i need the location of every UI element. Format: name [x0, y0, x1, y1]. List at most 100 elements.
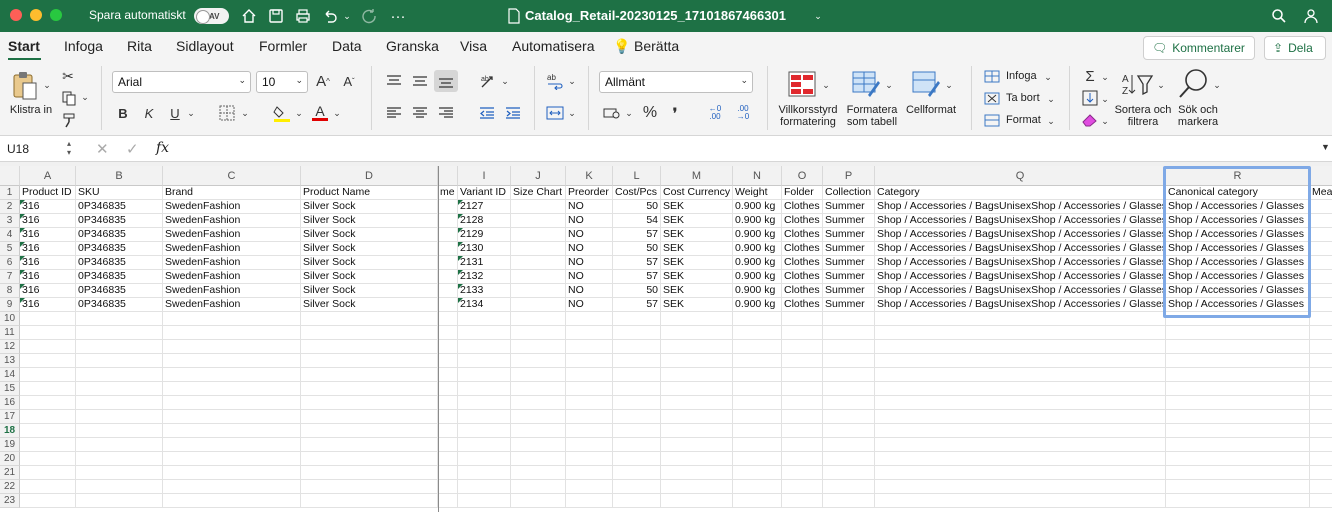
table-cell[interactable]: 0.900 kg	[733, 200, 782, 214]
delete-cells-label[interactable]: Ta bort	[1006, 92, 1040, 104]
table-cell[interactable]	[438, 368, 458, 382]
autosum-chevron-down-icon[interactable]: ⌄	[1100, 72, 1110, 83]
table-cell[interactable]: NO	[566, 256, 613, 270]
table-cell[interactable]	[566, 466, 613, 480]
table-cell[interactable]: 0P346835	[76, 256, 163, 270]
table-cell[interactable]: NO	[566, 214, 613, 228]
table-cell[interactable]	[438, 480, 458, 494]
table-cell[interactable]	[782, 368, 823, 382]
table-cell[interactable]	[438, 452, 458, 466]
table-cell[interactable]	[1310, 256, 1332, 270]
table-cell[interactable]	[163, 396, 301, 410]
column-header[interactable]: O	[782, 166, 823, 186]
table-cell[interactable]	[1310, 242, 1332, 256]
row-header[interactable]: 11	[0, 326, 20, 340]
table-cell[interactable]	[76, 494, 163, 508]
row-header[interactable]: 17	[0, 410, 20, 424]
underline-button[interactable]: U	[167, 104, 183, 122]
print-icon[interactable]	[294, 6, 312, 26]
table-cell[interactable]	[613, 312, 661, 326]
table-cell[interactable]	[875, 340, 1166, 354]
table-cell[interactable]	[438, 396, 458, 410]
cancel-icon[interactable]: ✕	[96, 140, 109, 158]
more-icon[interactable]: ···	[389, 6, 407, 26]
table-cell[interactable]	[458, 466, 511, 480]
table-cell[interactable]	[782, 452, 823, 466]
table-cell[interactable]: SEK	[661, 214, 733, 228]
accounting-format-icon[interactable]	[602, 104, 622, 122]
table-cell[interactable]	[438, 438, 458, 452]
row-header[interactable]: 18	[0, 424, 20, 438]
insert-chevron-down-icon[interactable]: ⌄	[1043, 72, 1053, 83]
orientation-icon[interactable]: ab	[478, 71, 498, 91]
table-cell[interactable]	[458, 354, 511, 368]
table-cell[interactable]: 2130	[458, 242, 511, 256]
table-cell[interactable]	[301, 382, 438, 396]
accounting-chevron-down-icon[interactable]: ⌄	[624, 108, 634, 119]
table-cell[interactable]: Summer	[823, 270, 875, 284]
table-cell[interactable]	[823, 438, 875, 452]
undo-icon[interactable]	[321, 6, 339, 26]
table-cell[interactable]	[1166, 410, 1310, 424]
table-cell[interactable]	[823, 494, 875, 508]
align-middle-icon[interactable]	[411, 71, 429, 91]
table-cell[interactable]: Silver Sock	[301, 200, 438, 214]
header-cell[interactable]: Preorder	[566, 186, 613, 200]
table-cell[interactable]	[613, 494, 661, 508]
table-cell[interactable]	[301, 480, 438, 494]
table-cell[interactable]	[438, 340, 458, 354]
share-button[interactable]: ⇪ Dela	[1264, 36, 1326, 60]
table-cell[interactable]: SwedenFashion	[163, 270, 301, 284]
table-cell[interactable]	[1310, 424, 1332, 438]
table-cell[interactable]	[1310, 368, 1332, 382]
table-cell[interactable]	[1166, 480, 1310, 494]
table-cell[interactable]	[875, 438, 1166, 452]
column-header[interactable]: C	[163, 166, 301, 186]
table-cell[interactable]	[76, 368, 163, 382]
table-cell[interactable]	[511, 284, 566, 298]
column-header[interactable]: Q	[875, 166, 1166, 186]
table-cell[interactable]: 0P346835	[76, 228, 163, 242]
table-cell[interactable]	[782, 312, 823, 326]
table-cell[interactable]: 0P346835	[76, 242, 163, 256]
table-cell[interactable]	[438, 494, 458, 508]
autosum-icon[interactable]: Σ	[1082, 68, 1098, 85]
clear-chevron-down-icon[interactable]: ⌄	[1100, 116, 1110, 127]
table-cell[interactable]	[823, 424, 875, 438]
table-cell[interactable]: 0.900 kg	[733, 270, 782, 284]
table-cell[interactable]: 0.900 kg	[733, 214, 782, 228]
table-cell[interactable]	[511, 228, 566, 242]
table-cell[interactable]	[823, 354, 875, 368]
minimize-window-button[interactable]	[30, 9, 42, 21]
table-cell[interactable]	[163, 326, 301, 340]
table-cell[interactable]	[438, 466, 458, 480]
table-cell[interactable]: 316	[20, 270, 76, 284]
confirm-icon[interactable]: ✓	[126, 140, 139, 158]
format-painter-icon[interactable]	[60, 112, 78, 128]
table-cell[interactable]	[733, 410, 782, 424]
table-cell[interactable]	[566, 424, 613, 438]
decrease-decimal-button[interactable]: .00 →0	[731, 104, 755, 122]
table-cell[interactable]	[661, 424, 733, 438]
table-cell[interactable]	[613, 452, 661, 466]
table-cell[interactable]: Clothes	[782, 242, 823, 256]
table-cell[interactable]	[1310, 354, 1332, 368]
row-header[interactable]: 6	[0, 256, 20, 270]
table-cell[interactable]	[1310, 284, 1332, 298]
font-color-chevron-down-icon[interactable]: ⌄	[332, 108, 342, 119]
table-cell[interactable]: Summer	[823, 242, 875, 256]
table-cell[interactable]	[733, 480, 782, 494]
table-cell[interactable]	[20, 424, 76, 438]
row-header[interactable]: 5	[0, 242, 20, 256]
table-cell[interactable]: Clothes	[782, 256, 823, 270]
table-cell[interactable]	[566, 368, 613, 382]
table-cell[interactable]	[301, 354, 438, 368]
table-cell[interactable]: Shop / Accessories / BagsUnisexShop / Ac…	[875, 298, 1166, 312]
header-cell[interactable]: Brand	[163, 186, 301, 200]
fill-icon[interactable]	[1081, 90, 1099, 106]
cell-styles-icon[interactable]	[911, 70, 941, 98]
tab-start[interactable]: Start	[8, 38, 40, 54]
table-cell[interactable]	[76, 382, 163, 396]
align-center-icon[interactable]	[411, 104, 429, 122]
table-cell[interactable]: Silver Sock	[301, 284, 438, 298]
